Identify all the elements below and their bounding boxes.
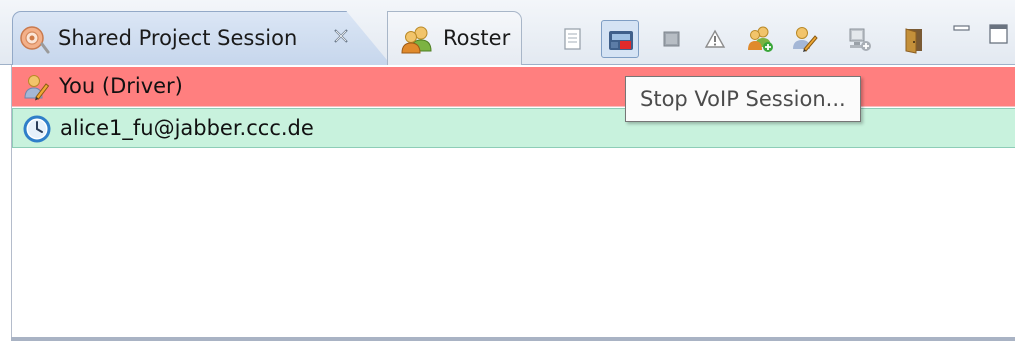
saros-view: Shared Project Session Roster You (Drive… — [0, 0, 1015, 341]
screen-icon[interactable] — [655, 23, 687, 55]
view-tab-bar: Shared Project Session Roster — [0, 0, 1015, 66]
view-bottom-border — [11, 337, 1015, 341]
participant-name: alice1_fu@jabber.ccc.de — [60, 116, 314, 140]
session-participant-list: You (Driver) alice1_fu@jabber.ccc.de — [11, 65, 1015, 341]
clock-icon — [22, 114, 52, 144]
maximize-icon[interactable] — [987, 22, 1011, 46]
document-icon[interactable] — [556, 23, 588, 55]
driver-pencil-icon[interactable] — [788, 23, 820, 55]
minimize-icon[interactable] — [951, 22, 973, 44]
leave-session-door-icon[interactable] — [898, 23, 930, 55]
list-item-alice[interactable]: alice1_fu@jabber.ccc.de — [12, 108, 1015, 148]
list-item-you-driver[interactable]: You (Driver) — [12, 67, 1015, 107]
voip-tooltip: Stop VoIP Session... — [625, 76, 861, 122]
tab-roster-label: Roster — [443, 26, 511, 50]
computer-add-icon[interactable] — [843, 23, 875, 55]
tab-shared-project-session-label: Shared Project Session — [58, 26, 298, 50]
close-icon[interactable] — [330, 25, 352, 47]
session-icon — [18, 24, 50, 54]
driver-pencil-icon — [21, 72, 51, 102]
add-buddy-icon[interactable] — [744, 23, 776, 55]
warning-icon[interactable] — [699, 23, 731, 55]
voip-phone-icon[interactable] — [601, 20, 639, 58]
participant-name: You (Driver) — [59, 74, 183, 98]
roster-icon — [400, 24, 434, 54]
